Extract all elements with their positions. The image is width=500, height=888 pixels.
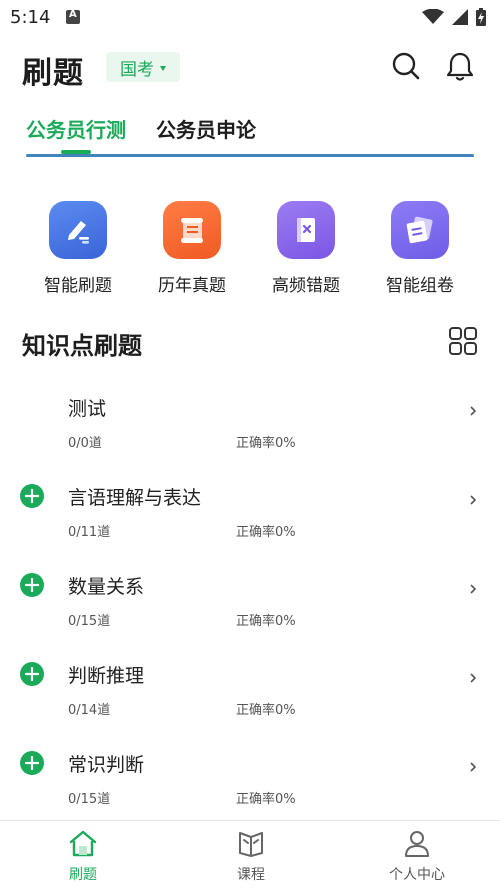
item-name: 常识判断 xyxy=(68,754,145,776)
tab-xingce[interactable]: 公务员行测 xyxy=(26,114,126,143)
item-count: 0/14道 xyxy=(68,703,111,718)
papers-icon xyxy=(391,201,449,259)
item-count: 0/0道 xyxy=(68,436,102,451)
nav-label: 课程 xyxy=(237,867,265,883)
notebook-x-icon xyxy=(277,201,335,259)
knowledge-item-verbal[interactable]: 言语理解与表达 0/11道 正确率0% xyxy=(0,473,500,562)
item-accuracy: 正确率0% xyxy=(236,614,296,629)
feature-label: 高频错题 xyxy=(272,276,340,296)
signal-icon xyxy=(452,9,468,25)
page-title: 刷题 xyxy=(22,56,84,91)
wifi-icon xyxy=(422,9,444,24)
expand-plus-icon[interactable] xyxy=(20,484,44,508)
app-a-icon xyxy=(66,9,80,24)
feature-past-papers[interactable]: 历年真题 xyxy=(142,198,242,296)
status-time: 5:14 xyxy=(10,7,51,28)
knowledge-list: 测试 0/0道 正确率0% 言语理解与表达 0/11道 正确率0% 数量关系 0… xyxy=(0,384,500,829)
feature-smart-practice[interactable]: 智能刷题 xyxy=(28,198,128,296)
bell-icon[interactable] xyxy=(444,50,476,82)
chevron-right-icon xyxy=(470,673,477,683)
status-bar: 5:14 xyxy=(0,0,500,34)
knowledge-item-general[interactable]: 常识判断 0/15道 正确率0% xyxy=(0,740,500,829)
feature-label: 智能组卷 xyxy=(386,276,454,296)
chevron-right-icon xyxy=(470,584,477,594)
item-name: 数量关系 xyxy=(68,576,145,598)
chevron-right-icon xyxy=(470,762,477,772)
expand-plus-icon[interactable] xyxy=(20,573,44,597)
item-count: 0/15道 xyxy=(68,792,111,807)
feature-grid: 智能刷题 历年真题 高频错题 智能组卷 xyxy=(0,198,500,298)
knowledge-item-test[interactable]: 测试 0/0道 正确率0% xyxy=(0,384,500,473)
feature-label: 智能刷题 xyxy=(44,276,112,296)
feature-label: 历年真题 xyxy=(158,276,226,296)
nav-profile[interactable]: 个人中心 xyxy=(362,829,472,884)
item-name: 言语理解与表达 xyxy=(68,487,202,509)
tab-bar-underline xyxy=(26,154,474,157)
battery-charging-icon xyxy=(476,8,486,26)
feature-smart-paper[interactable]: 智能组卷 xyxy=(370,198,470,296)
caret-down-icon xyxy=(160,65,166,71)
bottom-nav: 刷题 课程 个人中心 xyxy=(0,820,500,888)
chevron-right-icon xyxy=(470,495,477,505)
nav-label: 刷题 xyxy=(69,867,97,883)
knowledge-item-reasoning[interactable]: 判断推理 0/14道 正确率0% xyxy=(0,651,500,740)
scroll-icon xyxy=(163,201,221,259)
expand-plus-icon[interactable] xyxy=(20,751,44,775)
tab-shenlun[interactable]: 公务员申论 xyxy=(156,114,256,143)
item-accuracy: 正确率0% xyxy=(236,703,296,718)
exam-type-selector[interactable]: 国考 xyxy=(106,52,180,82)
nav-label: 个人中心 xyxy=(389,867,445,883)
book-icon xyxy=(239,832,263,857)
item-name: 判断推理 xyxy=(68,665,145,687)
knowledge-item-quantitative[interactable]: 数量关系 0/15道 正确率0% xyxy=(0,562,500,651)
item-accuracy: 正确率0% xyxy=(236,436,296,451)
item-count: 0/15道 xyxy=(68,614,111,629)
expand-plus-icon[interactable] xyxy=(20,662,44,686)
home-icon xyxy=(69,830,97,857)
nav-practice[interactable]: 刷题 xyxy=(28,829,138,884)
grid-view-icon[interactable] xyxy=(448,326,478,356)
nav-courses[interactable]: 课程 xyxy=(196,829,306,884)
status-icons xyxy=(422,8,486,26)
item-accuracy: 正确率0% xyxy=(236,792,296,807)
section-title: 知识点刷题 xyxy=(22,332,142,360)
person-icon xyxy=(405,831,429,857)
exam-type-label: 国考 xyxy=(120,59,154,80)
item-name: 测试 xyxy=(68,398,107,420)
subject-tabs: 公务员行测 公务员申论 xyxy=(0,110,500,158)
chevron-right-icon xyxy=(470,406,477,416)
feature-frequent-mistakes[interactable]: 高频错题 xyxy=(256,198,356,296)
pen-icon xyxy=(49,201,107,259)
app-header: 刷题 国考 xyxy=(0,40,500,96)
item-accuracy: 正确率0% xyxy=(236,525,296,540)
item-count: 0/11道 xyxy=(68,525,111,540)
search-icon[interactable] xyxy=(390,50,422,82)
